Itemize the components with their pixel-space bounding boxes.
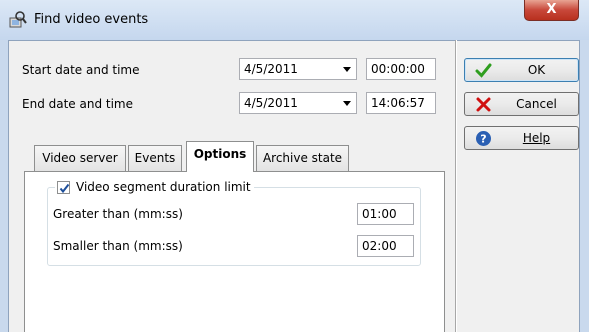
end-date-value: 4/5/2011 [244, 96, 298, 110]
help-button[interactable]: ? Help [464, 126, 579, 150]
end-label: End date and time [22, 97, 133, 111]
tab-archive-state[interactable]: Archive state [256, 145, 349, 171]
start-time-field[interactable]: 00:00:00 [366, 58, 436, 80]
divider-highlight [456, 40, 457, 332]
options-tab-panel: Video segment duration limit Greater tha… [24, 171, 445, 332]
help-label: Help [522, 131, 551, 145]
window-title: Find video events [34, 12, 149, 27]
tab-options[interactable]: Options [186, 141, 254, 172]
end-time-field[interactable]: 14:06:57 [366, 92, 436, 114]
svg-text:?: ? [480, 133, 486, 146]
red-x-icon [475, 96, 492, 113]
question-icon: ? [475, 130, 492, 147]
title-bar[interactable]: Find video events X [0, 0, 589, 40]
close-button[interactable]: X [524, 0, 579, 21]
start-date-combo[interactable]: 4/5/2011 [239, 58, 357, 80]
chevron-down-icon[interactable] [343, 67, 351, 72]
checkmark-icon [475, 62, 492, 79]
tab-video-server[interactable]: Video server [34, 145, 126, 171]
smaller-than-field[interactable]: 02:00 [357, 235, 414, 257]
start-label: Start date and time [22, 63, 140, 77]
cancel-button[interactable]: Cancel [464, 92, 579, 116]
duration-limit-label: Video segment duration limit [76, 180, 251, 194]
find-video-icon [8, 10, 28, 30]
duration-limit-group: Video segment duration limit Greater tha… [47, 180, 421, 266]
chevron-down-icon[interactable] [343, 101, 351, 106]
duration-limit-checkbox[interactable] [57, 180, 70, 194]
duration-limit-checkbox-row[interactable]: Video segment duration limit [55, 180, 254, 194]
greater-label: Greater than (mm:ss) [53, 207, 183, 221]
greater-than-field[interactable]: 01:00 [357, 203, 414, 225]
smaller-label: Smaller than (mm:ss) [53, 239, 183, 253]
tab-events[interactable]: Events [128, 145, 182, 171]
end-date-combo[interactable]: 4/5/2011 [239, 92, 357, 114]
start-date-value: 4/5/2011 [244, 62, 298, 76]
ok-button[interactable]: OK [464, 58, 579, 82]
ok-label: OK [527, 63, 546, 77]
dialog-window: Find video events X Start date and time … [0, 0, 589, 332]
cancel-label: Cancel [516, 97, 557, 111]
